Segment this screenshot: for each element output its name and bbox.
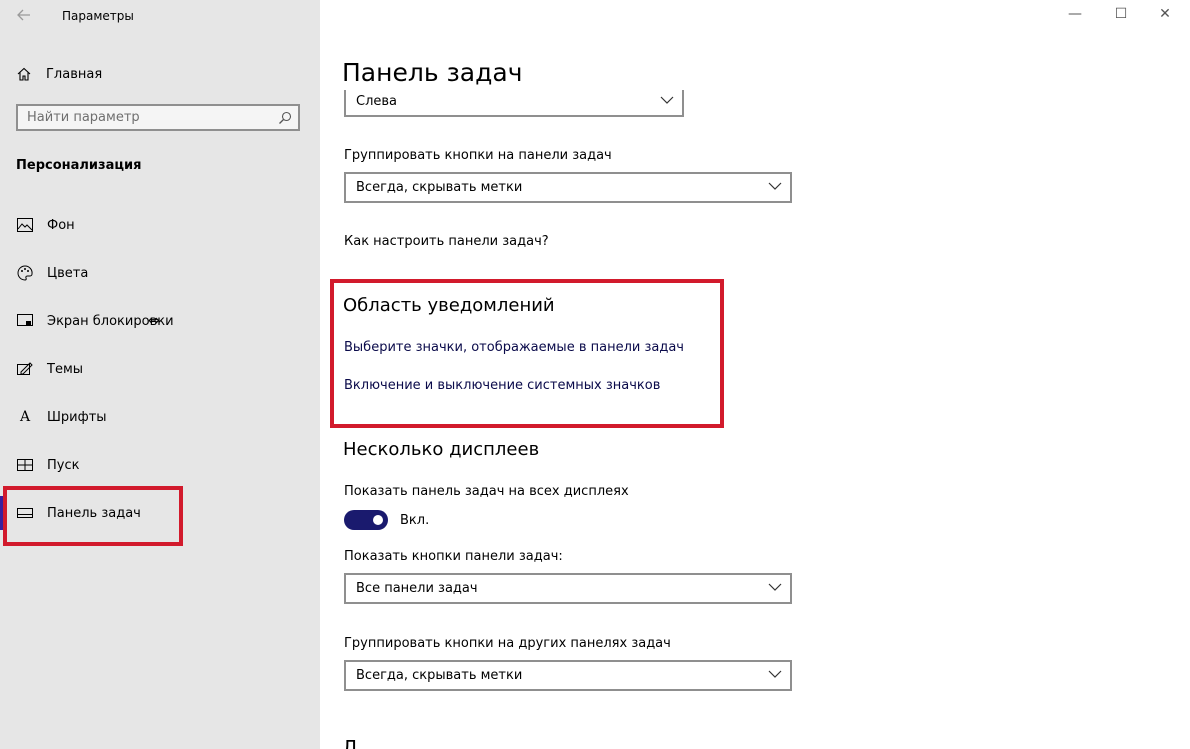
search-input[interactable] xyxy=(18,106,277,129)
select-value: Слева xyxy=(356,94,398,109)
toggle-knob xyxy=(373,515,383,525)
next-section-heading: Л xyxy=(342,736,358,749)
home-link[interactable]: Главная xyxy=(16,64,102,84)
start-icon xyxy=(16,456,34,474)
sidebar-item-themes[interactable]: Темы xyxy=(0,354,320,384)
picture-icon xyxy=(16,216,34,234)
sidebar: Параметры Главная Персонализация Фон Цве… xyxy=(0,0,320,749)
group-other-select[interactable]: Всегда, скрывать метки xyxy=(344,660,792,691)
highlight-box-taskbar xyxy=(3,486,183,546)
group-buttons-label: Группировать кнопки на панели задач xyxy=(344,148,612,163)
search-box[interactable] xyxy=(16,104,300,131)
page-title: Панель задач xyxy=(342,58,523,87)
show-all-displays-label: Показать панель задач на всех дисплеях xyxy=(344,484,629,499)
themes-icon xyxy=(16,360,34,378)
sidebar-item-fonts[interactable]: A Шрифты xyxy=(0,402,320,432)
select-value: Всегда, скрывать метки xyxy=(356,668,523,683)
sidebar-item-lock-screen[interactable]: Экран блокировки xyxy=(0,306,320,336)
sidebar-item-label: Пуск xyxy=(47,457,80,473)
app-title: Параметры xyxy=(62,9,134,23)
sidebar-item-background[interactable]: Фон xyxy=(0,210,320,240)
sidebar-item-label: Темы xyxy=(47,361,84,377)
show-all-displays-toggle[interactable] xyxy=(344,510,388,530)
sidebar-item-colors[interactable]: Цвета xyxy=(0,258,320,288)
font-icon: A xyxy=(19,409,31,425)
show-buttons-select[interactable]: Все панели задач xyxy=(344,573,792,604)
show-buttons-label: Показать кнопки панели задач: xyxy=(344,549,563,564)
sidebar-item-label: Фон xyxy=(47,217,75,233)
minimize-icon[interactable]: — xyxy=(1060,6,1090,26)
group-other-label: Группировать кнопки на других панелях за… xyxy=(344,636,671,651)
home-icon xyxy=(17,67,31,81)
group-buttons-select[interactable]: Всегда, скрывать метки xyxy=(344,172,792,203)
multiple-displays-heading: Несколько дисплеев xyxy=(343,439,540,460)
highlight-box-notification-area xyxy=(330,279,724,428)
chevron-down-icon xyxy=(660,96,674,104)
search-icon[interactable] xyxy=(278,111,292,125)
taskbar-position-select[interactable]: Слева xyxy=(344,86,684,117)
chevron-down-icon xyxy=(768,583,782,591)
sidebar-item-start[interactable]: Пуск xyxy=(0,450,320,480)
mouse-cursor-icon: ⇔ xyxy=(148,313,160,329)
home-label: Главная xyxy=(46,66,103,82)
toggle-state-label: Вкл. xyxy=(400,513,430,528)
chevron-down-icon xyxy=(768,182,782,190)
sidebar-item-label: Цвета xyxy=(47,265,89,281)
maximize-icon[interactable]: ☐ xyxy=(1106,6,1136,26)
close-icon[interactable]: ✕ xyxy=(1150,6,1180,26)
chevron-down-icon xyxy=(768,670,782,678)
lock-screen-icon xyxy=(16,312,34,330)
back-arrow-icon[interactable] xyxy=(16,7,32,23)
sidebar-item-label: Шрифты xyxy=(47,409,107,425)
select-value: Всегда, скрывать метки xyxy=(356,180,523,195)
main-content: — ☐ ✕ Слева Панель задач Группировать кн… xyxy=(320,0,1190,749)
select-value: Все панели задач xyxy=(356,581,478,596)
customize-taskbar-link[interactable]: Как настроить панели задач? xyxy=(344,234,549,249)
palette-icon xyxy=(16,264,34,282)
section-label: Персонализация xyxy=(16,158,142,173)
